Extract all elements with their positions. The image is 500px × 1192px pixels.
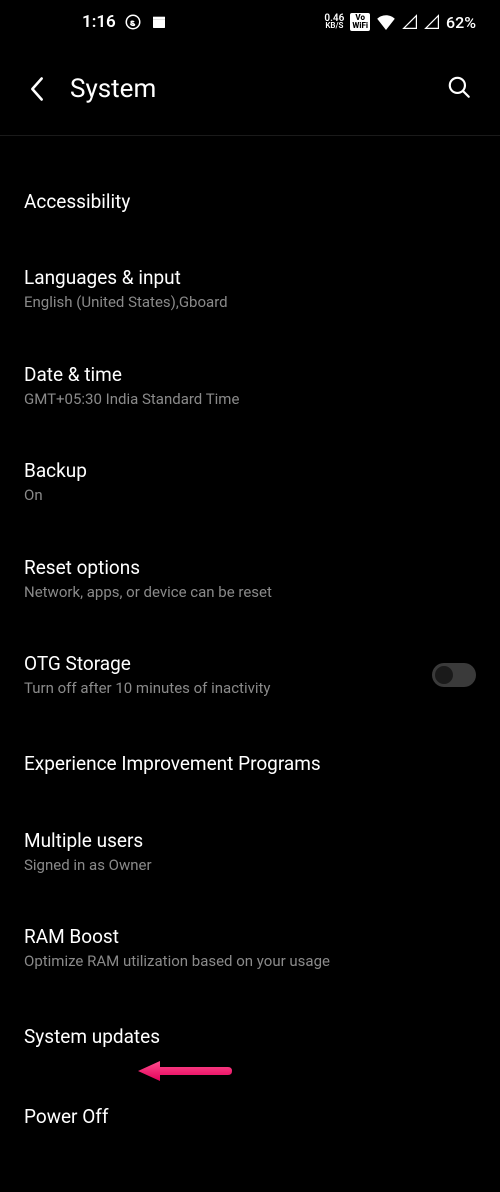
search-button[interactable] [442,70,476,107]
setting-subtitle: Network, apps, or device can be reset [24,583,476,603]
setting-ram-boost[interactable]: RAM Boost Optimize RAM utilization based… [0,911,500,986]
setting-power-off[interactable]: Power Off [0,1088,500,1146]
setting-multiple-users[interactable]: Multiple users Signed in as Owner [0,815,500,890]
setting-title: Accessibility [24,190,476,213]
search-icon [446,74,472,100]
battery-percent: 62% [446,13,476,32]
setting-subtitle: GMT+05:30 India Standard Time [24,390,476,410]
setting-subtitle: Signed in as Owner [24,856,476,876]
setting-subtitle: Turn off after 10 minutes of inactivity [24,679,432,699]
setting-system-updates[interactable]: System updates [0,1008,500,1066]
setting-accessibility[interactable]: Accessibility [0,172,500,230]
whatsapp-icon [124,13,142,31]
back-button[interactable] [24,71,50,107]
page-title: System [70,74,422,104]
calendar-icon [150,13,168,31]
setting-title: OTG Storage [24,652,432,675]
setting-date-time[interactable]: Date & time GMT+05:30 India Standard Tim… [0,349,500,424]
setting-title: Experience Improvement Programs [24,752,476,775]
setting-title: RAM Boost [24,925,476,948]
setting-otg-storage[interactable]: OTG Storage Turn off after 10 minutes of… [0,638,500,713]
setting-title: Backup [24,459,476,482]
status-bar: 1:16 0.46 KB/S Vo WiFi [0,0,500,42]
vowifi-badge: Vo WiFi [350,13,370,31]
wifi-icon [376,14,396,30]
setting-subtitle: Optimize RAM utilization based on your u… [24,952,476,972]
setting-title: Power Off [24,1105,476,1128]
otg-storage-toggle[interactable] [432,663,476,687]
setting-reset-options[interactable]: Reset options Network, apps, or device c… [0,542,500,617]
setting-title: Languages & input [24,266,476,289]
status-right: 0.46 KB/S Vo WiFi 62% [324,13,476,32]
status-time: 1:16 [82,12,116,32]
setting-subtitle: On [24,486,476,506]
data-speed-indicator: 0.46 KB/S [324,15,344,29]
setting-backup[interactable]: Backup On [0,445,500,520]
setting-title: Multiple users [24,829,476,852]
status-left: 1:16 [24,12,168,32]
setting-experience-improvement[interactable]: Experience Improvement Programs [0,735,500,793]
setting-languages-input[interactable]: Languages & input English (United States… [0,252,500,327]
chevron-left-icon [28,75,46,103]
page-header: System [0,42,500,135]
setting-subtitle: English (United States),Gboard [24,293,476,313]
setting-title: Reset options [24,556,476,579]
setting-title: System updates [24,1025,476,1048]
signal-1-icon [402,14,418,30]
setting-title: Date & time [24,363,476,386]
signal-2-icon [424,14,440,30]
settings-list: Accessibility Languages & input English … [0,136,500,1146]
